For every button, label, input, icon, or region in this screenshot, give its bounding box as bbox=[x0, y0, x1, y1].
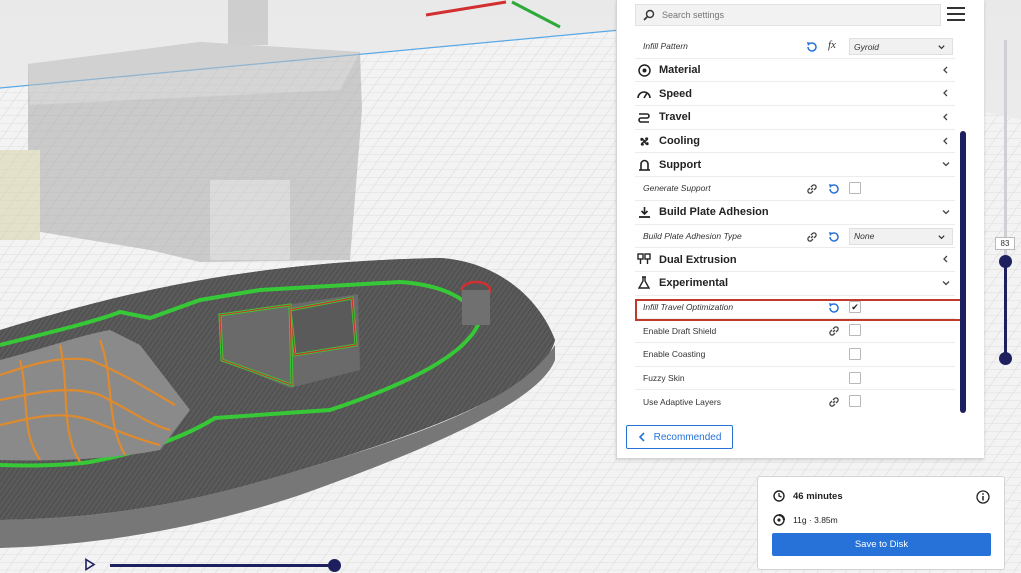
search-settings-field[interactable] bbox=[635, 4, 941, 26]
support-icon bbox=[635, 158, 653, 172]
category-label: Dual Extrusion bbox=[659, 253, 737, 266]
hamburger-menu-icon[interactable] bbox=[947, 7, 965, 23]
setting-adhesion-type: Build Plate Adhesion Type None bbox=[635, 225, 955, 249]
layer-track-upper bbox=[1004, 40, 1007, 260]
material-icon bbox=[635, 63, 653, 77]
layer-track-range bbox=[1004, 261, 1007, 357]
chevron-down-icon bbox=[942, 209, 950, 215]
chevron-left-icon bbox=[943, 113, 948, 121]
category-label: Experimental bbox=[659, 277, 729, 290]
adhesion-icon bbox=[635, 205, 653, 219]
printer-head-ghost bbox=[0, 0, 362, 262]
category-label: Speed bbox=[659, 87, 693, 100]
chevron-left-icon bbox=[638, 432, 645, 442]
clock-icon bbox=[773, 490, 785, 502]
category-travel[interactable]: Travel bbox=[635, 106, 955, 130]
link-icon[interactable] bbox=[805, 182, 819, 196]
setting-coasting: Enable Coasting bbox=[635, 343, 955, 367]
reset-icon[interactable] bbox=[827, 182, 841, 196]
setting-generate-support: Generate Support bbox=[635, 177, 955, 201]
x-axis-indicator bbox=[425, 0, 507, 17]
search-input[interactable] bbox=[662, 10, 922, 20]
fan-icon bbox=[635, 134, 653, 148]
category-dual-extrusion[interactable]: Dual Extrusion bbox=[635, 248, 955, 272]
draft-shield-label: Enable Draft Shield bbox=[643, 325, 717, 336]
material-usage: 11g · 3.85m bbox=[793, 515, 838, 525]
playback-track[interactable] bbox=[110, 564, 335, 567]
material-usage-row: 11g · 3.85m bbox=[773, 514, 838, 526]
current-layer-value[interactable]: 83 bbox=[995, 237, 1015, 250]
save-to-disk-button[interactable]: Save to Disk bbox=[772, 533, 991, 556]
chevron-down-icon bbox=[938, 234, 945, 239]
adhesion-type-dropdown[interactable]: None bbox=[849, 227, 953, 245]
category-label: Cooling bbox=[659, 135, 700, 148]
simulation-playback bbox=[84, 556, 384, 573]
adaptive-layers-label: Use Adaptive Layers bbox=[643, 397, 721, 408]
coasting-label: Enable Coasting bbox=[643, 349, 706, 360]
adhesion-type-value: None bbox=[854, 231, 875, 241]
category-cooling[interactable]: Cooling bbox=[635, 130, 955, 154]
function-icon[interactable]: fx bbox=[828, 39, 836, 51]
print-settings-panel: Infill Pattern fx Gyroid Material Speed … bbox=[616, 0, 984, 459]
category-label: Build Plate Adhesion bbox=[659, 206, 769, 219]
highlight-annotation bbox=[635, 299, 962, 321]
category-build-plate-adhesion[interactable]: Build Plate Adhesion bbox=[635, 201, 955, 225]
playback-handle[interactable] bbox=[328, 559, 341, 572]
link-icon[interactable] bbox=[805, 230, 819, 244]
setting-adaptive-layers: Use Adaptive Layers bbox=[635, 390, 955, 414]
category-experimental[interactable]: Experimental bbox=[635, 272, 955, 296]
chevron-left-icon bbox=[943, 66, 948, 74]
draft-shield-checkbox[interactable] bbox=[849, 324, 861, 337]
chevron-left-icon bbox=[943, 255, 948, 263]
speed-icon bbox=[635, 87, 653, 101]
chevron-down-icon bbox=[938, 45, 945, 50]
layer-slider-top-handle[interactable] bbox=[999, 255, 1012, 268]
reset-icon[interactable] bbox=[805, 40, 819, 54]
print-info-panel: 46 minutes 11g · 3.85m Save to Disk bbox=[757, 476, 1005, 570]
info-icon[interactable] bbox=[976, 490, 990, 504]
link-icon[interactable] bbox=[827, 395, 841, 409]
layer-slider-bottom-handle[interactable] bbox=[999, 352, 1012, 365]
category-label: Material bbox=[659, 64, 701, 77]
generate-support-checkbox[interactable] bbox=[849, 182, 861, 195]
play-icon[interactable] bbox=[84, 558, 96, 571]
category-label: Travel bbox=[659, 111, 691, 124]
link-icon[interactable] bbox=[827, 324, 841, 338]
chevron-left-icon bbox=[943, 137, 948, 145]
generate-support-label: Generate Support bbox=[643, 183, 711, 194]
infill-pattern-dropdown[interactable]: Gyroid bbox=[849, 38, 953, 55]
settings-scrollbar[interactable] bbox=[960, 131, 966, 413]
travel-icon bbox=[635, 110, 653, 124]
category-speed[interactable]: Speed bbox=[635, 82, 955, 107]
dual-extrusion-icon bbox=[635, 253, 653, 267]
flask-icon bbox=[635, 276, 653, 290]
y-axis-indicator bbox=[511, 0, 561, 29]
search-icon bbox=[636, 9, 662, 21]
spool-icon bbox=[773, 514, 785, 526]
fuzzy-skin-checkbox[interactable] bbox=[849, 371, 861, 384]
print-time-row: 46 minutes bbox=[773, 490, 843, 502]
fuzzy-skin-label: Fuzzy Skin bbox=[643, 372, 685, 383]
category-support[interactable]: Support bbox=[635, 153, 955, 178]
setting-fuzzy-skin: Fuzzy Skin bbox=[635, 367, 955, 391]
chevron-down-icon bbox=[942, 280, 950, 286]
layer-slider[interactable]: 83 bbox=[995, 40, 1016, 370]
chevron-left-icon bbox=[943, 89, 948, 97]
infill-pattern-value: Gyroid bbox=[854, 41, 880, 52]
coasting-checkbox[interactable] bbox=[849, 347, 861, 360]
category-label: Support bbox=[659, 158, 702, 171]
chevron-down-icon bbox=[942, 162, 950, 167]
setting-draft-shield: Enable Draft Shield bbox=[635, 319, 955, 343]
recommended-label: Recommended bbox=[653, 431, 722, 443]
reset-icon[interactable] bbox=[827, 230, 841, 244]
print-time: 46 minutes bbox=[793, 490, 843, 502]
recommended-button[interactable]: Recommended bbox=[626, 425, 733, 449]
setting-infill-pattern: Infill Pattern fx Gyroid bbox=[635, 35, 955, 59]
category-material[interactable]: Material bbox=[635, 59, 955, 83]
adaptive-layers-checkbox[interactable] bbox=[849, 395, 861, 408]
